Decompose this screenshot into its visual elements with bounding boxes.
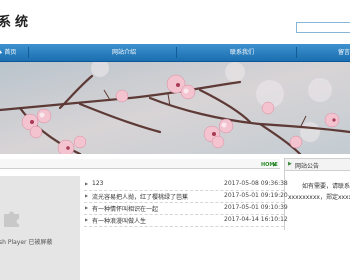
main-nav: ♠ 首页 网站介绍 联系我们 留言 [0,44,350,62]
bullet-icon: ▶ [85,193,89,198]
header: 系统 [0,0,350,44]
nav-item-guestbook[interactable]: 留言 [338,44,350,61]
nav-item-contact[interactable]: 联系我们 [230,44,254,61]
bullet-icon: ▶ [85,205,89,210]
news-date: 2017-05-08 09:36:38 [224,180,288,187]
news-date: 2017-04-14 16:10:12 [224,216,288,223]
site-title: 系统 [0,15,33,30]
news-title[interactable]: 有一种情怀叫相识在一起 [92,204,158,213]
news-title[interactable]: 流光容易把人抛，红了樱桃绿了芭蕉 [92,192,188,201]
notice-body: 如有需要，请联系 xxxxxxxxx，郑定xxxxxxx [284,170,350,230]
news-date: 2017-05-01 09:10:39 [224,204,288,211]
home-icon: ♠ [0,50,3,56]
nav-divider [28,47,29,58]
nav-item-home[interactable]: ♠ 首页 [0,44,16,61]
search-input[interactable] [296,22,350,33]
cherry-blossom-illustration [0,62,350,154]
notice-text-line1: 如有需要，请联系 [302,183,350,190]
puzzle-icon [4,211,19,227]
nav-divider [296,47,297,58]
bullet-icon: ▶ [85,181,89,186]
news-date: 2017-05-01 09:19:20 [224,192,288,199]
nav-item-home-label: 首页 [4,49,17,56]
news-title[interactable]: 123 [92,180,103,187]
news-item[interactable]: ▶ 有一种浪漫叫做人生 2017-04-14 16:10:12 [84,214,288,227]
nav-divider [176,47,177,58]
bullet-icon: ▶ [288,161,292,167]
arrow-right-icon: ▶ [273,162,277,168]
main-section-bar [0,159,280,169]
bullet-icon: ▶ [85,217,89,222]
notice-text-line2: xxxxxxxxx，郑定xxxxxxx [288,194,350,201]
flash-blocked-text: sh Player 已被屏蔽 [0,239,53,246]
flash-placeholder[interactable]: sh Player 已被屏蔽 [0,176,80,280]
nav-item-about[interactable]: 网站介绍 [112,44,136,61]
notice-title: 网站公告 [295,163,320,170]
banner-image [0,62,350,154]
news-title[interactable]: 有一种浪漫叫做人生 [92,216,146,225]
